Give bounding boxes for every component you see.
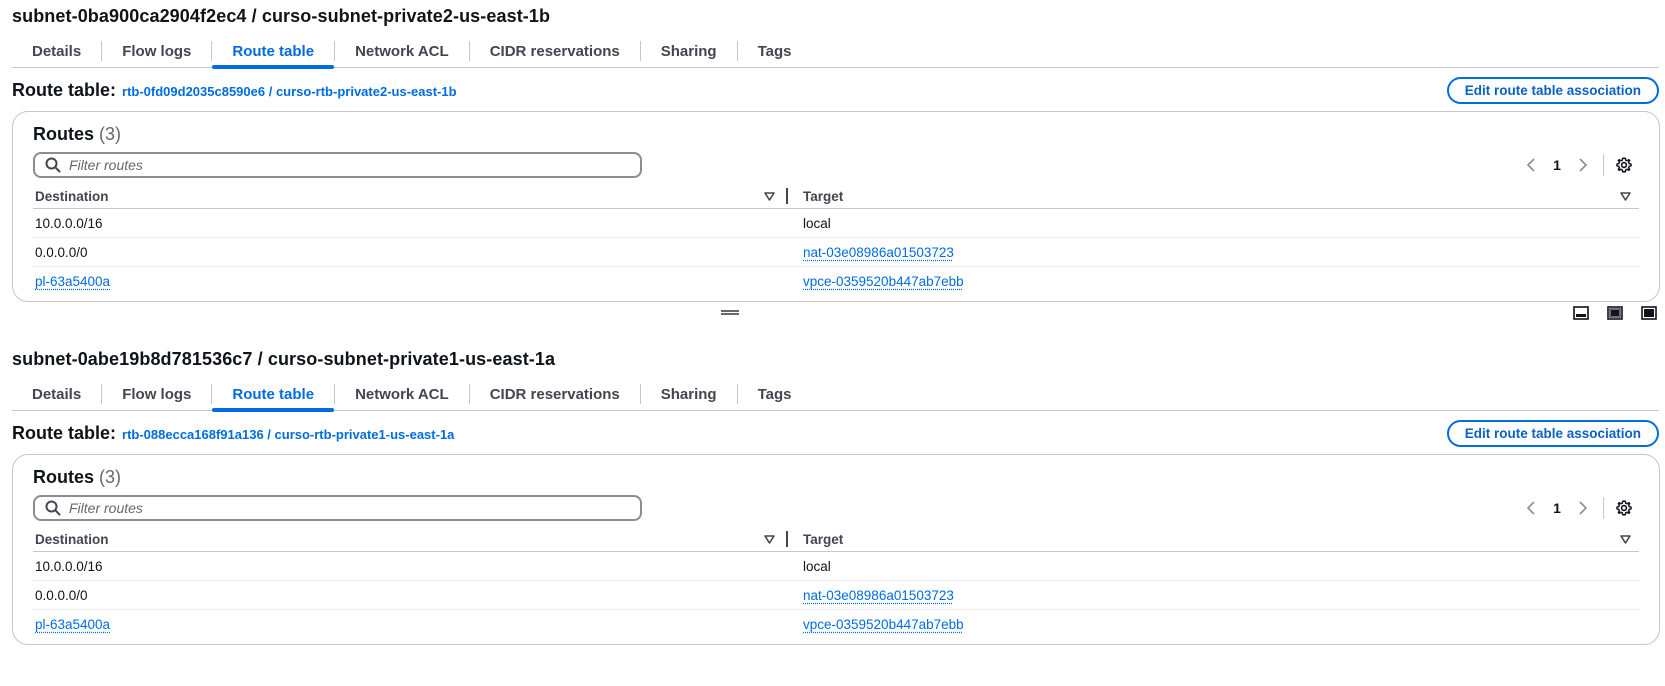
edit-route-table-association-button[interactable]: Edit route table association — [1446, 77, 1659, 104]
route-destination: 0.0.0.0/0 — [35, 588, 88, 603]
split-side-icon[interactable] — [1607, 306, 1623, 320]
caret-down-icon[interactable] — [1620, 189, 1631, 204]
edit-route-table-association-button[interactable]: Edit route table association — [1446, 420, 1659, 447]
gear-icon[interactable] — [1611, 152, 1637, 178]
caret-down-icon[interactable] — [764, 189, 775, 204]
tab-tags[interactable]: Tags — [738, 36, 812, 66]
search-icon — [45, 157, 61, 173]
route-table-heading: Route table: rtb-0fd09d2035c8590e6 / curs… — [12, 80, 457, 101]
routes-count: (3) — [99, 467, 122, 487]
route-destination: 10.0.0.0/16 — [35, 559, 103, 574]
routes-heading: Routes (3) — [33, 124, 121, 145]
filter-routes — [33, 152, 642, 178]
caret-down-icon[interactable] — [1620, 532, 1631, 547]
chevron-right-icon[interactable] — [1570, 152, 1596, 178]
filter-routes-input[interactable] — [69, 157, 609, 173]
tab-network-acl[interactable]: Network ACL — [335, 36, 469, 66]
column-header-destination[interactable]: Destination — [35, 532, 109, 547]
tab-route-table[interactable]: Route table — [212, 36, 334, 69]
full-screen-icon[interactable] — [1641, 306, 1657, 320]
pager-divider — [1603, 497, 1604, 519]
chevron-right-icon[interactable] — [1570, 495, 1596, 521]
routes-container: Routes (3) 1 Destination Target 10.0.0.0/16 l… — [12, 454, 1660, 645]
chevron-left-icon[interactable] — [1518, 152, 1544, 178]
routes-container: Routes (3) 1 Destination Target 10.0.0.0/16 l… — [12, 111, 1660, 302]
tab-tags[interactable]: Tags — [738, 379, 812, 409]
route-destination: 0.0.0.0/0 — [35, 245, 88, 260]
table-header: Destination Target — [33, 527, 1639, 552]
table-row: 10.0.0.0/16 local — [33, 552, 1639, 581]
route-table-link[interactable]: rtb-088ecca168f91a136 / curso-rtb-privat… — [122, 427, 454, 442]
column-header-destination[interactable]: Destination — [35, 189, 109, 204]
filter-routes — [33, 495, 642, 521]
tab-cidr-reservations[interactable]: CIDR reservations — [470, 36, 640, 66]
drag-handle-icon[interactable] — [721, 309, 741, 315]
table-row: 0.0.0.0/0 nat-03e08986a01503723 — [33, 238, 1639, 267]
route-table-label: Route table: — [12, 80, 117, 100]
chevron-left-icon[interactable] — [1518, 495, 1544, 521]
page-title: subnet-0ba900ca2904f2ec4 / curso-subnet-… — [12, 6, 551, 26]
pager-divider — [1603, 154, 1604, 176]
column-resizer[interactable] — [786, 531, 788, 547]
split-bottom-icon[interactable] — [1573, 306, 1589, 320]
route-target[interactable]: vpce-0359520b447ab7ebb — [803, 617, 964, 632]
route-table-link[interactable]: rtb-0fd09d2035c8590e6 / curso-rtb-privat… — [122, 84, 457, 99]
routes-table: Destination Target 10.0.0.0/16 local 0.0.0.0… — [33, 184, 1639, 296]
tab-flow-logs[interactable]: Flow logs — [102, 36, 211, 66]
routes-count: (3) — [99, 124, 122, 144]
route-destination[interactable]: pl-63a5400a — [35, 274, 110, 289]
column-header-target[interactable]: Target — [803, 189, 843, 204]
page-title: subnet-0abe19b8d781536c7 / curso-subnet-… — [12, 349, 556, 369]
table-row: pl-63a5400a vpce-0359520b447ab7ebb — [33, 610, 1639, 639]
routes-title: Routes — [33, 124, 95, 144]
search-icon — [45, 500, 61, 516]
table-row: pl-63a5400a vpce-0359520b447ab7ebb — [33, 267, 1639, 296]
table-row: 0.0.0.0/0 nat-03e08986a01503723 — [33, 581, 1639, 610]
table-header: Destination Target — [33, 184, 1639, 209]
page-number[interactable]: 1 — [1544, 157, 1570, 173]
tab-cidr-reservations[interactable]: CIDR reservations — [470, 379, 640, 409]
route-destination[interactable]: pl-63a5400a — [35, 617, 110, 632]
tab-bar: Details Flow logs Route table Network ACL CI… — [12, 379, 1659, 412]
routes-title: Routes — [33, 467, 95, 487]
route-table-label: Route table: — [12, 423, 117, 443]
column-resizer[interactable] — [786, 188, 788, 204]
route-target: local — [803, 559, 831, 574]
gear-icon[interactable] — [1611, 495, 1637, 521]
tab-flow-logs[interactable]: Flow logs — [102, 379, 211, 409]
pagination: 1 — [1518, 495, 1637, 521]
routes-heading: Routes (3) — [33, 467, 121, 488]
table-row: 10.0.0.0/16 local — [33, 209, 1639, 238]
tab-bar: Details Flow logs Route table Network ACL CI… — [12, 36, 1659, 69]
pagination: 1 — [1518, 152, 1637, 178]
route-destination: 10.0.0.0/16 — [35, 216, 103, 231]
routes-table: Destination Target 10.0.0.0/16 local 0.0.0.0… — [33, 527, 1639, 639]
tab-network-acl[interactable]: Network ACL — [335, 379, 469, 409]
tab-sharing[interactable]: Sharing — [641, 36, 737, 66]
tab-route-table[interactable]: Route table — [212, 379, 334, 412]
page-number[interactable]: 1 — [1544, 500, 1570, 516]
tab-sharing[interactable]: Sharing — [641, 379, 737, 409]
route-target[interactable]: vpce-0359520b447ab7ebb — [803, 274, 964, 289]
caret-down-icon[interactable] — [764, 532, 775, 547]
tab-details[interactable]: Details — [12, 379, 101, 409]
tab-details[interactable]: Details — [12, 36, 101, 66]
column-header-target[interactable]: Target — [803, 532, 843, 547]
route-target: local — [803, 216, 831, 231]
split-layout-controls — [1573, 306, 1657, 320]
route-target[interactable]: nat-03e08986a01503723 — [803, 588, 954, 603]
route-table-heading: Route table: rtb-088ecca168f91a136 / curs… — [12, 423, 454, 444]
route-target[interactable]: nat-03e08986a01503723 — [803, 245, 954, 260]
filter-routes-input[interactable] — [69, 500, 609, 516]
